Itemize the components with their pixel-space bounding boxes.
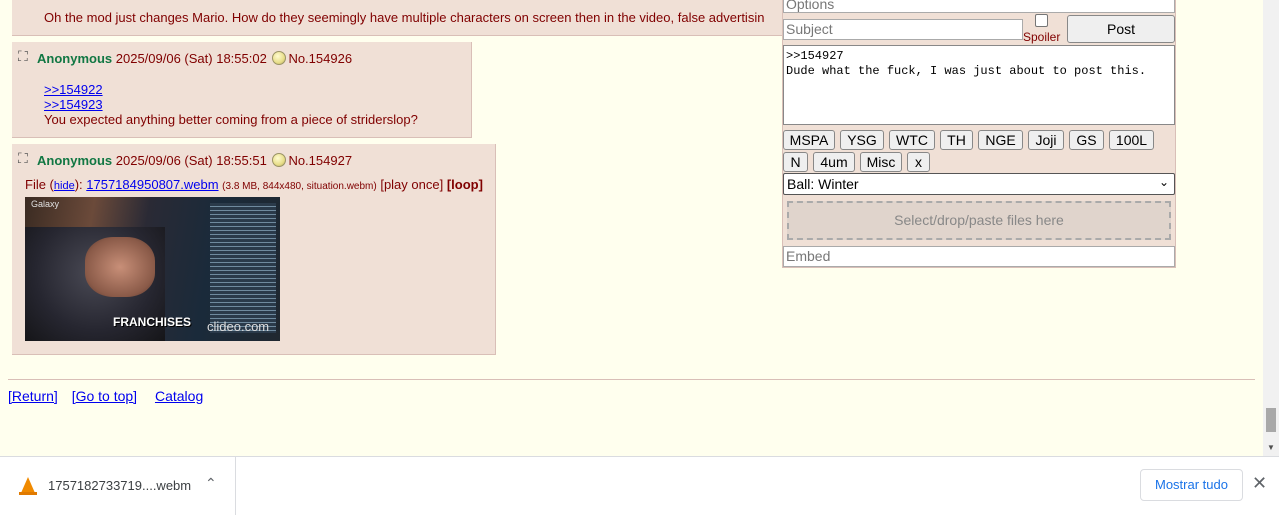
post-top: Oh the mod just changes Mario. How do th…: [12, 0, 784, 36]
video-thumbnail[interactable]: Galaxy FRANCHISES clideo.com: [25, 197, 280, 341]
poster-name: Anonymous: [37, 153, 113, 168]
chevron-up-icon[interactable]: ⌃: [205, 475, 217, 492]
scrollbar-thumb[interactable]: [1266, 408, 1276, 432]
download-bar: 1757182733719....webm ⌃ Mostrar tudo ✕: [0, 456, 1279, 515]
tag-button[interactable]: TH: [940, 130, 973, 150]
post-number[interactable]: No.154927: [288, 153, 352, 168]
file-info: File (hide): 1757184950807.webm (3.8 MB,…: [25, 177, 483, 192]
post-message: You expected anything better coming from…: [44, 112, 418, 127]
comment-textarea[interactable]: >>154927 Dude what the fuck, I was just …: [783, 45, 1175, 125]
ball-select-value: Ball: Winter: [787, 176, 859, 192]
play-once-link[interactable]: [play once]: [380, 177, 443, 192]
post-154927: ⛶ Anonymous 2025/09/06 (Sat) 18:55:51 No…: [12, 144, 496, 355]
quote-link[interactable]: >>154923: [44, 97, 418, 112]
vlc-cone-icon: [21, 477, 35, 493]
file-label: File (: [25, 177, 54, 192]
file-name-link[interactable]: 1757184950807.webm: [86, 177, 218, 192]
page-scrollbar[interactable]: ▼: [1263, 0, 1279, 456]
tag-button[interactable]: Misc: [860, 152, 902, 172]
thumb-tag: Galaxy: [31, 199, 60, 209]
close-icon[interactable]: ✕: [1252, 473, 1267, 494]
loop-link[interactable]: [loop]: [447, 177, 483, 192]
spoiler-label: Spoiler: [1023, 30, 1061, 44]
chevron-down-icon: ⌄: [1158, 175, 1169, 189]
post-message: Oh the mod just changes Mario. How do th…: [44, 10, 765, 25]
spoiler-checkbox[interactable]: [1035, 14, 1048, 27]
quick-reply-form: Options Subject Spoiler Post >>154927 Du…: [782, 0, 1176, 268]
post-datetime: 2025/09/06 (Sat) 18:55:02: [115, 51, 267, 66]
post-154926: ⛶ Anonymous 2025/09/06 (Sat) 18:55:02 No…: [12, 42, 472, 138]
tag-button[interactable]: WTC: [889, 130, 935, 150]
tag-button[interactable]: GS: [1069, 130, 1104, 150]
file-dropzone[interactable]: Select/drop/paste files here: [787, 201, 1171, 240]
embed-field[interactable]: Embed: [783, 246, 1175, 267]
tag-button[interactable]: Joji: [1028, 130, 1064, 150]
post-datetime: 2025/09/06 (Sat) 18:55:51: [115, 153, 267, 168]
options-field[interactable]: Options: [783, 0, 1175, 13]
post-header: Anonymous 2025/09/06 (Sat) 18:55:02 No.1…: [37, 51, 352, 66]
tag-button[interactable]: NGE: [978, 130, 1023, 150]
post-button[interactable]: Post: [1067, 15, 1175, 43]
post-header: Anonymous 2025/09/06 (Sat) 18:55:51 No.1…: [37, 153, 352, 168]
ball-flag-icon: [272, 153, 287, 167]
vlc-cone-base: [19, 492, 37, 495]
hide-file-link[interactable]: hide: [54, 180, 75, 192]
tag-button[interactable]: YSG: [840, 130, 884, 150]
side-arrows-icon[interactable]: ⛶: [18, 48, 28, 65]
thumb-watermark: clideo.com: [207, 319, 270, 334]
poster-name: Anonymous: [37, 51, 113, 66]
go-to-top-link[interactable]: [Go to top]: [72, 388, 137, 404]
download-item[interactable]: 1757182733719....webm ⌃: [0, 457, 236, 515]
file-colon: ):: [74, 177, 83, 192]
close-tags-button[interactable]: x: [907, 152, 930, 172]
bottom-nav: [Return] [Go to top] Catalog: [8, 388, 213, 404]
subject-field[interactable]: Subject: [783, 19, 1023, 40]
tag-button[interactable]: N: [783, 152, 808, 172]
side-arrows-icon[interactable]: ⛶: [18, 150, 28, 167]
download-file-name: 1757182733719....webm: [48, 478, 192, 493]
ball-select[interactable]: Ball: Winter ⌄: [783, 173, 1175, 195]
divider: [8, 379, 1255, 380]
post-number[interactable]: No.154926: [288, 51, 352, 66]
tag-button[interactable]: MSPA: [783, 130, 835, 150]
catalog-link[interactable]: Catalog: [155, 388, 203, 404]
scroll-down-arrow-icon[interactable]: ▼: [1267, 443, 1275, 452]
show-all-button[interactable]: Mostrar tudo: [1140, 469, 1243, 501]
tag-button[interactable]: 4um: [813, 152, 855, 172]
ball-flag-icon: [272, 51, 287, 65]
quote-link[interactable]: >>154922: [44, 82, 418, 97]
return-link[interactable]: [Return]: [8, 388, 58, 404]
thumb-caption: FRANCHISES: [113, 315, 192, 329]
file-meta: (3.8 MB, 844x480, situation.webm): [222, 181, 377, 192]
post-body: >>154922 >>154923 You expected anything …: [44, 82, 418, 127]
tag-button[interactable]: 100L: [1109, 130, 1154, 150]
